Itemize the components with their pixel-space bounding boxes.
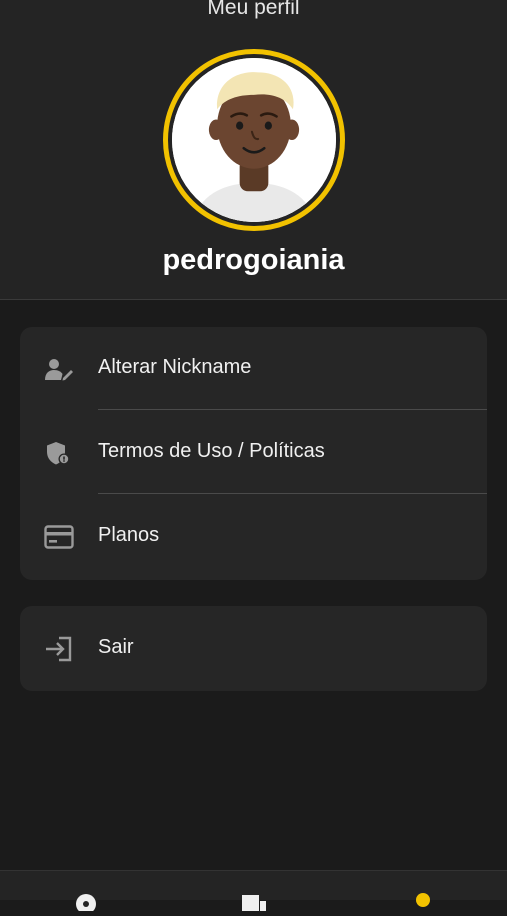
home-icon — [72, 894, 102, 915]
terms-policies-label: Termos de Uso / Políticas — [98, 440, 325, 462]
bottom-navigation — [0, 870, 507, 914]
nav-library[interactable] — [240, 891, 270, 911]
logout-icon — [44, 636, 74, 662]
divider — [98, 409, 487, 410]
profile-icon — [409, 893, 439, 915]
avatar-illustration — [172, 58, 336, 222]
logout-label: Sair — [98, 636, 134, 658]
logout-card: Sair — [20, 606, 487, 691]
profile-header: Meu perfil pedrogoiania — [0, 0, 507, 300]
shield-icon — [44, 440, 74, 466]
plans-item[interactable]: Planos — [20, 495, 487, 579]
nav-home[interactable] — [72, 891, 102, 914]
avatar[interactable] — [163, 49, 345, 231]
logout-button[interactable]: Sair — [20, 606, 487, 691]
nav-profile[interactable] — [409, 891, 439, 911]
username: pedrogoiania — [162, 244, 345, 276]
profile-menu-card: Alterar Nickname Termos de Uso / Polític… — [20, 327, 487, 580]
page-title: Meu perfil — [207, 0, 300, 19]
avatar-image — [172, 58, 336, 222]
credit-card-icon — [44, 524, 74, 550]
divider — [98, 493, 487, 494]
change-nickname-label: Alterar Nickname — [98, 356, 252, 378]
change-nickname-item[interactable]: Alterar Nickname — [20, 327, 487, 411]
terms-policies-item[interactable]: Termos de Uso / Políticas — [20, 411, 487, 495]
plans-label: Planos — [98, 524, 160, 546]
book-icon — [240, 895, 270, 915]
user-edit-icon — [44, 356, 74, 382]
